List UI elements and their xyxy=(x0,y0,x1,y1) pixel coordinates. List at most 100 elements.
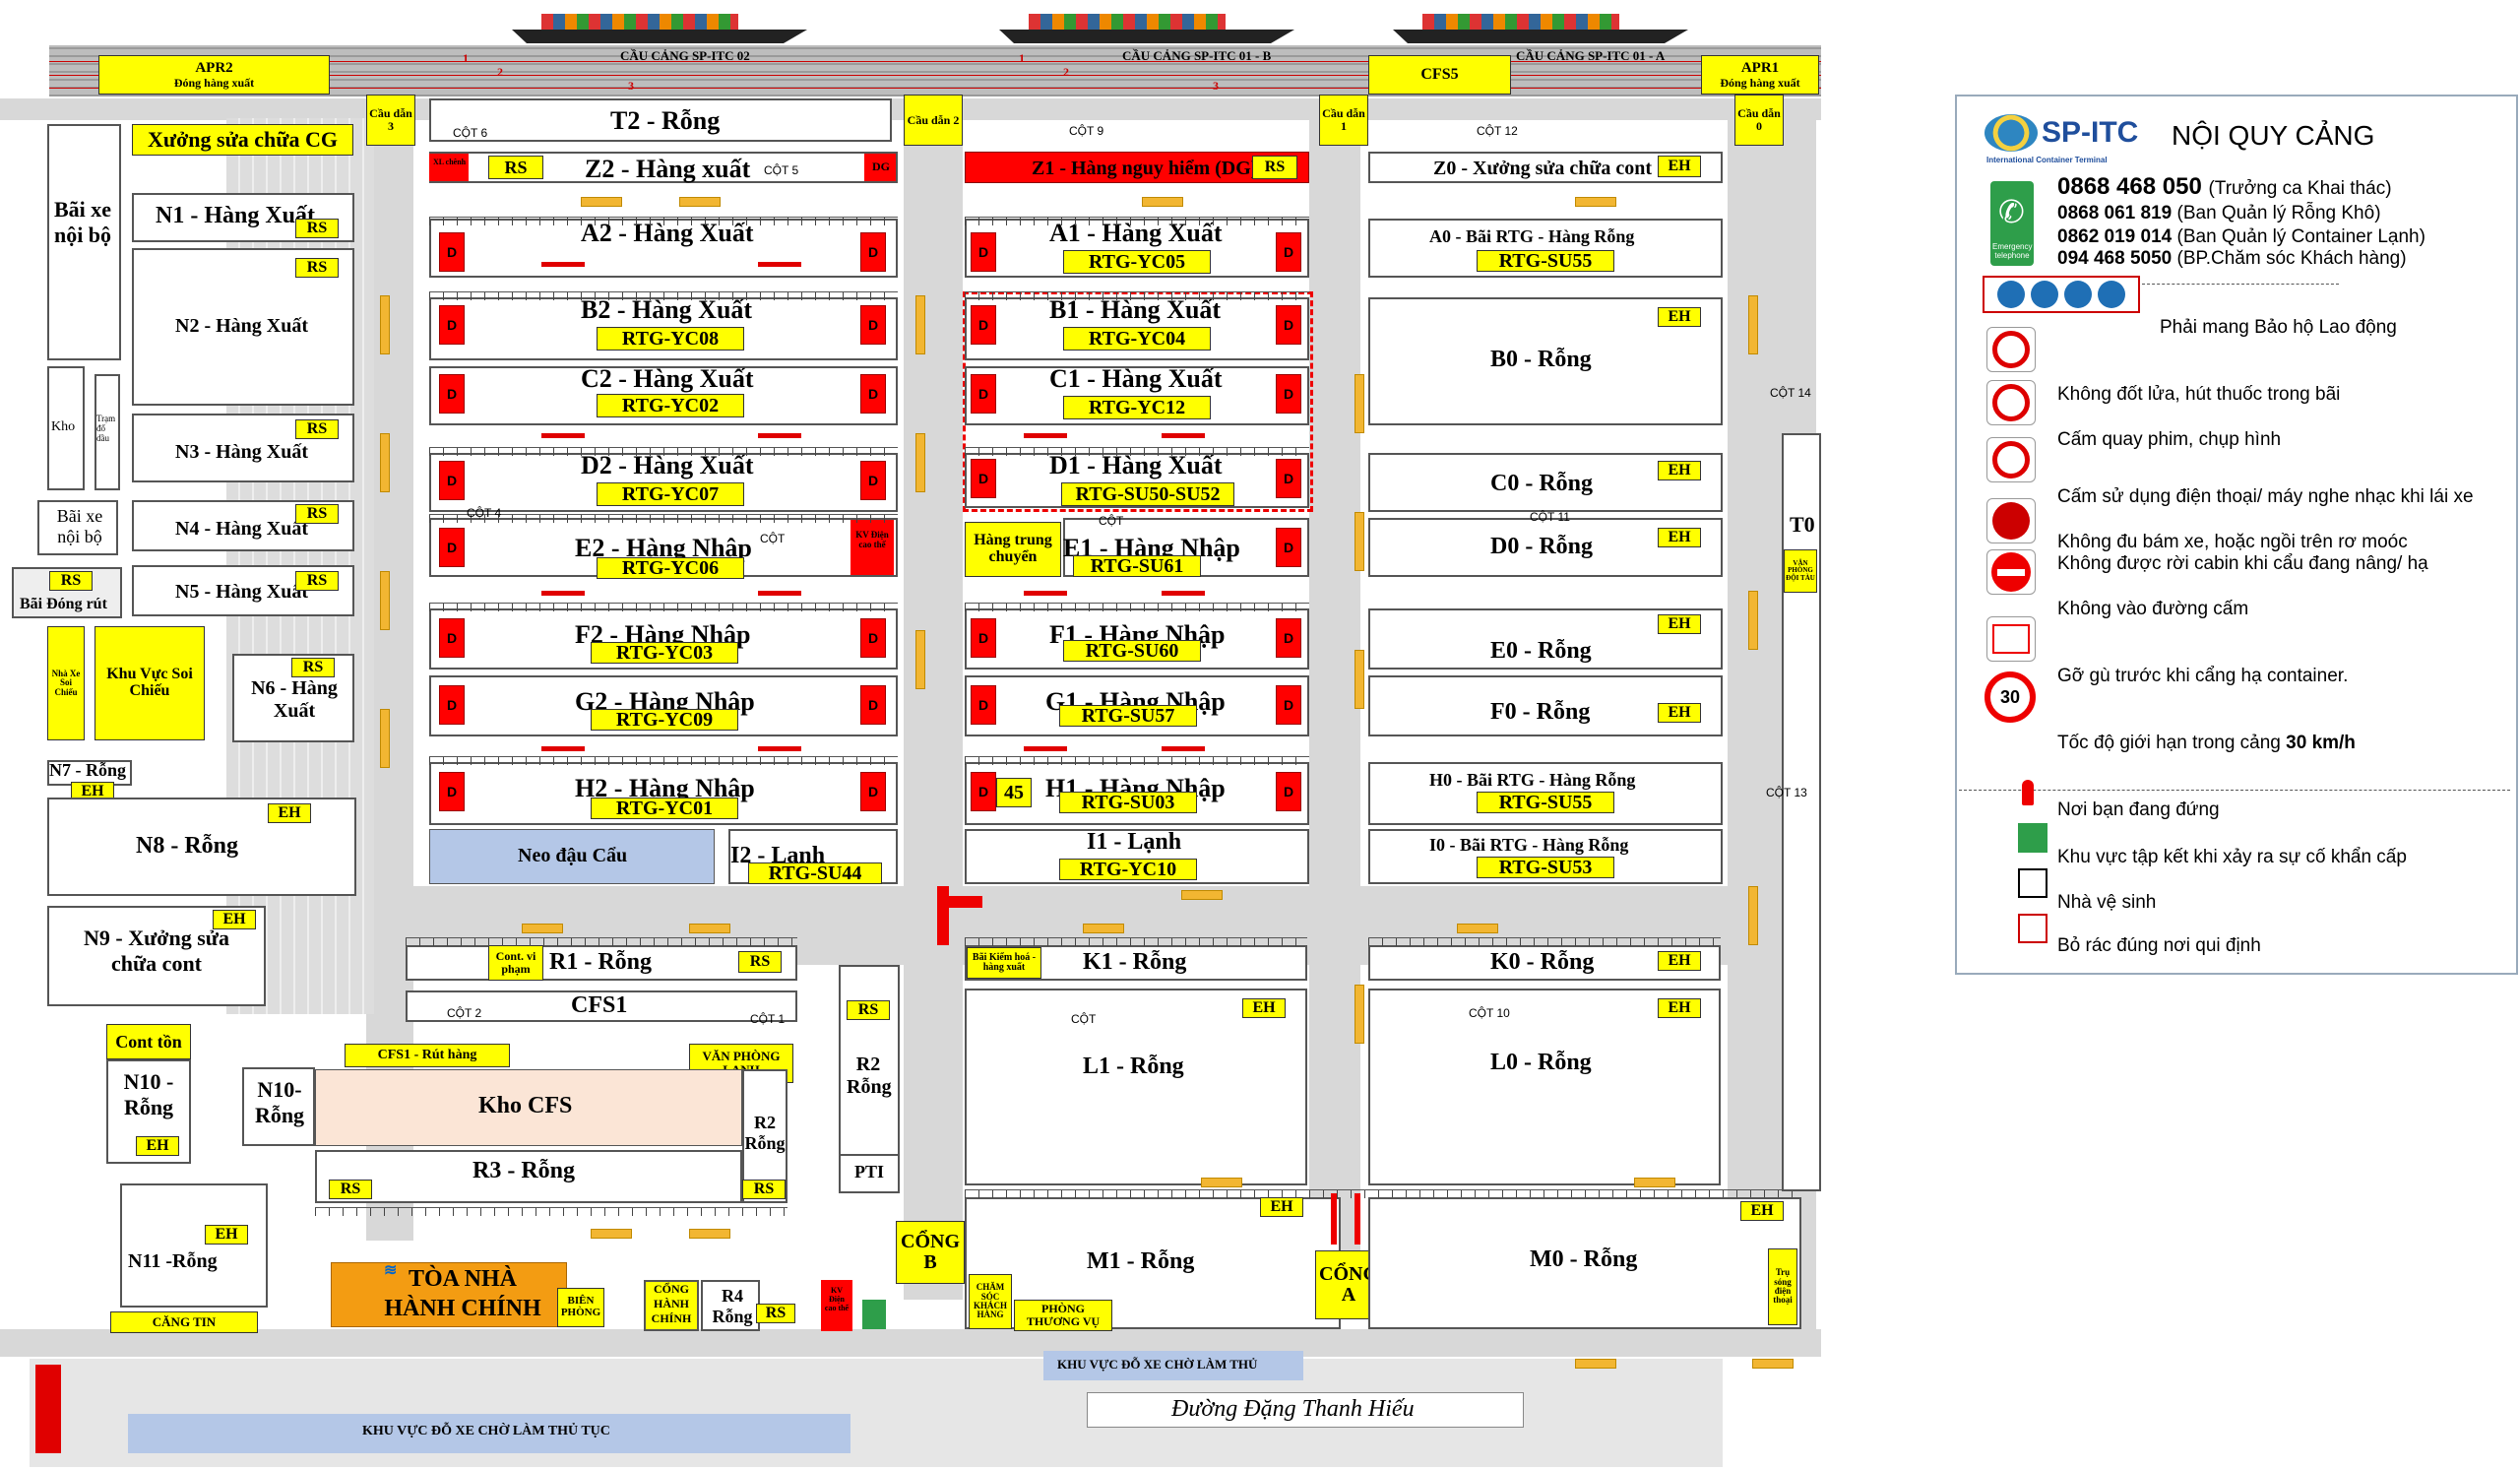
tag-d: D xyxy=(971,305,996,345)
yard-n8-label: N8 - Rỗng xyxy=(136,833,239,859)
ruler xyxy=(965,756,1309,765)
flow-arrow xyxy=(380,709,390,768)
tag-d: D xyxy=(439,772,465,811)
gate-2[interactable]: Cầu dẫn 2 xyxy=(904,95,963,146)
legend-you-are-here: Nơi bạn đang đứng xyxy=(2057,799,2220,820)
tag-rs: RS xyxy=(756,1304,795,1323)
no-phone-icon xyxy=(1986,437,2036,482)
bai-xe-2-label: Bãi xe nội bộ xyxy=(56,506,103,546)
flow-arrow xyxy=(679,197,721,207)
road xyxy=(904,98,963,1300)
phone-glyph: ✆ xyxy=(1998,193,2025,230)
quay-num: 1 xyxy=(1019,51,1025,65)
tag-eh: EH xyxy=(1658,307,1701,327)
cont-vi-pham: Cont. vi phạm xyxy=(488,945,543,981)
red-flow-arrow xyxy=(1162,433,1205,438)
tag-rs: RS xyxy=(295,258,339,278)
column-10: CỘT 10 xyxy=(1469,1006,1510,1020)
legend-assembly: Khu vực tập kết khi xảy ra sự cố khẩn cấ… xyxy=(2057,847,2407,867)
kv-dien-2-label: KV Điện cao thế xyxy=(824,1286,850,1312)
tag-d: D xyxy=(1276,772,1301,811)
tag-rs: RS xyxy=(488,156,543,179)
rtg-su50-su52: RTG-SU50-SU52 xyxy=(1061,482,1234,506)
yard-n2-label: N2 - Hàng Xuất xyxy=(175,315,309,337)
yard-l1[interactable] xyxy=(965,989,1307,1185)
pti-label: PTI xyxy=(854,1162,885,1182)
tru-song: Trụ sóng điện thoại xyxy=(1768,1248,1797,1325)
flow-arrow xyxy=(1748,591,1758,650)
parking-area-left-label: KHU VỰC ĐỖ XE CHỜ LÀM THỦ TỤC xyxy=(362,1424,610,1438)
flow-arrow xyxy=(1181,890,1223,900)
flow-arrow xyxy=(915,630,925,689)
t0-strip xyxy=(1782,433,1821,1191)
phong-thuong-vu: PHÒNG THƯƠNG VỤ xyxy=(1014,1300,1112,1331)
tag-d: D xyxy=(1276,685,1301,725)
yard-n6-label: N6 - Hàng Xuất xyxy=(251,677,338,722)
hotline: 0868 468 050 (Trưởng ca Khai thác) xyxy=(2057,173,2392,200)
turn-arrow-icon xyxy=(937,886,949,945)
dashed-line xyxy=(1959,790,2510,791)
ship-icon xyxy=(1393,8,1688,43)
tag-d: D xyxy=(971,374,996,414)
tag-d: D xyxy=(971,459,996,498)
yard-a0-label: A0 - Bãi RTG - Hàng Rỗng xyxy=(1429,226,1635,246)
brand-sub: International Container Terminal xyxy=(1986,156,2108,164)
column-12: CỘT 12 xyxy=(1477,124,1518,138)
tag-d: D xyxy=(439,461,465,500)
apr2-box: APR2 Đóng hàng xuất xyxy=(98,55,330,95)
tag-d: D xyxy=(860,461,886,500)
kho-cfs-label: Kho CFS xyxy=(478,1093,573,1118)
yard-k0-label: K0 - Rỗng xyxy=(1490,949,1595,975)
rtg-yc03: RTG-YC03 xyxy=(591,642,738,664)
tag-eh: EH xyxy=(1740,1201,1784,1221)
tag-rs: RS xyxy=(738,951,782,973)
tag-d: D xyxy=(971,772,996,811)
rtg-su57: RTG-SU57 xyxy=(1059,705,1197,727)
z2-small-label: XL chênh xyxy=(433,158,467,166)
no-camera-icon xyxy=(1986,380,2036,425)
quay-num: 2 xyxy=(497,65,503,79)
red-flow-arrow xyxy=(1024,433,1067,438)
gate-a-arrow-icon xyxy=(1354,1193,1360,1245)
twistlock-icon xyxy=(1986,616,2036,662)
tag-eh: EH xyxy=(1658,461,1701,480)
tag-rs: RS xyxy=(295,504,339,524)
ruler xyxy=(429,217,898,225)
flow-arrow xyxy=(689,924,730,933)
tag-d: D xyxy=(860,374,886,414)
rtg-su61: RTG-SU61 xyxy=(1073,555,1201,577)
yard-n10-label: N10 -Rỗng xyxy=(123,1069,174,1119)
legend-trash: Bỏ rác đúng nơi qui định xyxy=(2057,935,2261,956)
column-11: CỘT 11 xyxy=(1530,510,1570,524)
wc-icon xyxy=(2018,868,2048,898)
kho-label: Kho xyxy=(51,419,76,434)
column-5: CỘT 5 xyxy=(764,163,799,177)
tag-rs: RS xyxy=(329,1180,372,1199)
gate-1[interactable]: Cầu dẫn 1 xyxy=(1319,95,1368,146)
column-14: CỘT 14 xyxy=(1770,386,1811,400)
flow-arrow xyxy=(1083,924,1124,933)
red-flow-arrow xyxy=(1024,591,1067,596)
red-flow-arrow xyxy=(541,591,585,596)
rule-no-leave-cabin: Không được rời cabin khi cẩu đang nâng/ … xyxy=(2057,553,2428,574)
column-4: CỘT 4 xyxy=(467,506,502,520)
quay-label-01b: CẦU CẢNG SP-ITC 01 - B xyxy=(1122,48,1272,63)
tram-label: Trạm đổ dầu xyxy=(96,414,116,443)
vest-icon xyxy=(2098,281,2125,308)
flow-arrow xyxy=(1457,924,1498,933)
gate-0[interactable]: Cầu dẫn 0 xyxy=(1734,95,1784,146)
gate-3[interactable]: Cầu dẫn 3 xyxy=(366,95,415,146)
yard-l0[interactable] xyxy=(1368,989,1721,1185)
rule-no-camera: Cấm quay phim, chụp hình xyxy=(2057,429,2282,450)
tag-rs: RS xyxy=(295,219,339,238)
yard-r1-label: R1 - Rỗng xyxy=(549,949,653,975)
yard-i1-label: I1 - Lạnh xyxy=(1087,829,1182,855)
yard-n11[interactable] xyxy=(120,1183,268,1308)
rtg-yc08: RTG-YC08 xyxy=(597,327,744,351)
yard-l1-label: L1 - Rỗng xyxy=(1083,1054,1184,1079)
yard-m0-label: M0 - Rỗng xyxy=(1530,1246,1638,1272)
cong-b[interactable]: CỔNG B xyxy=(896,1221,965,1284)
bai-kiem-hoa: Bãi Kiểm hoá - hàng xuất xyxy=(967,947,1041,979)
helmet-icon xyxy=(1997,281,2025,308)
tag-d: D xyxy=(860,685,886,725)
